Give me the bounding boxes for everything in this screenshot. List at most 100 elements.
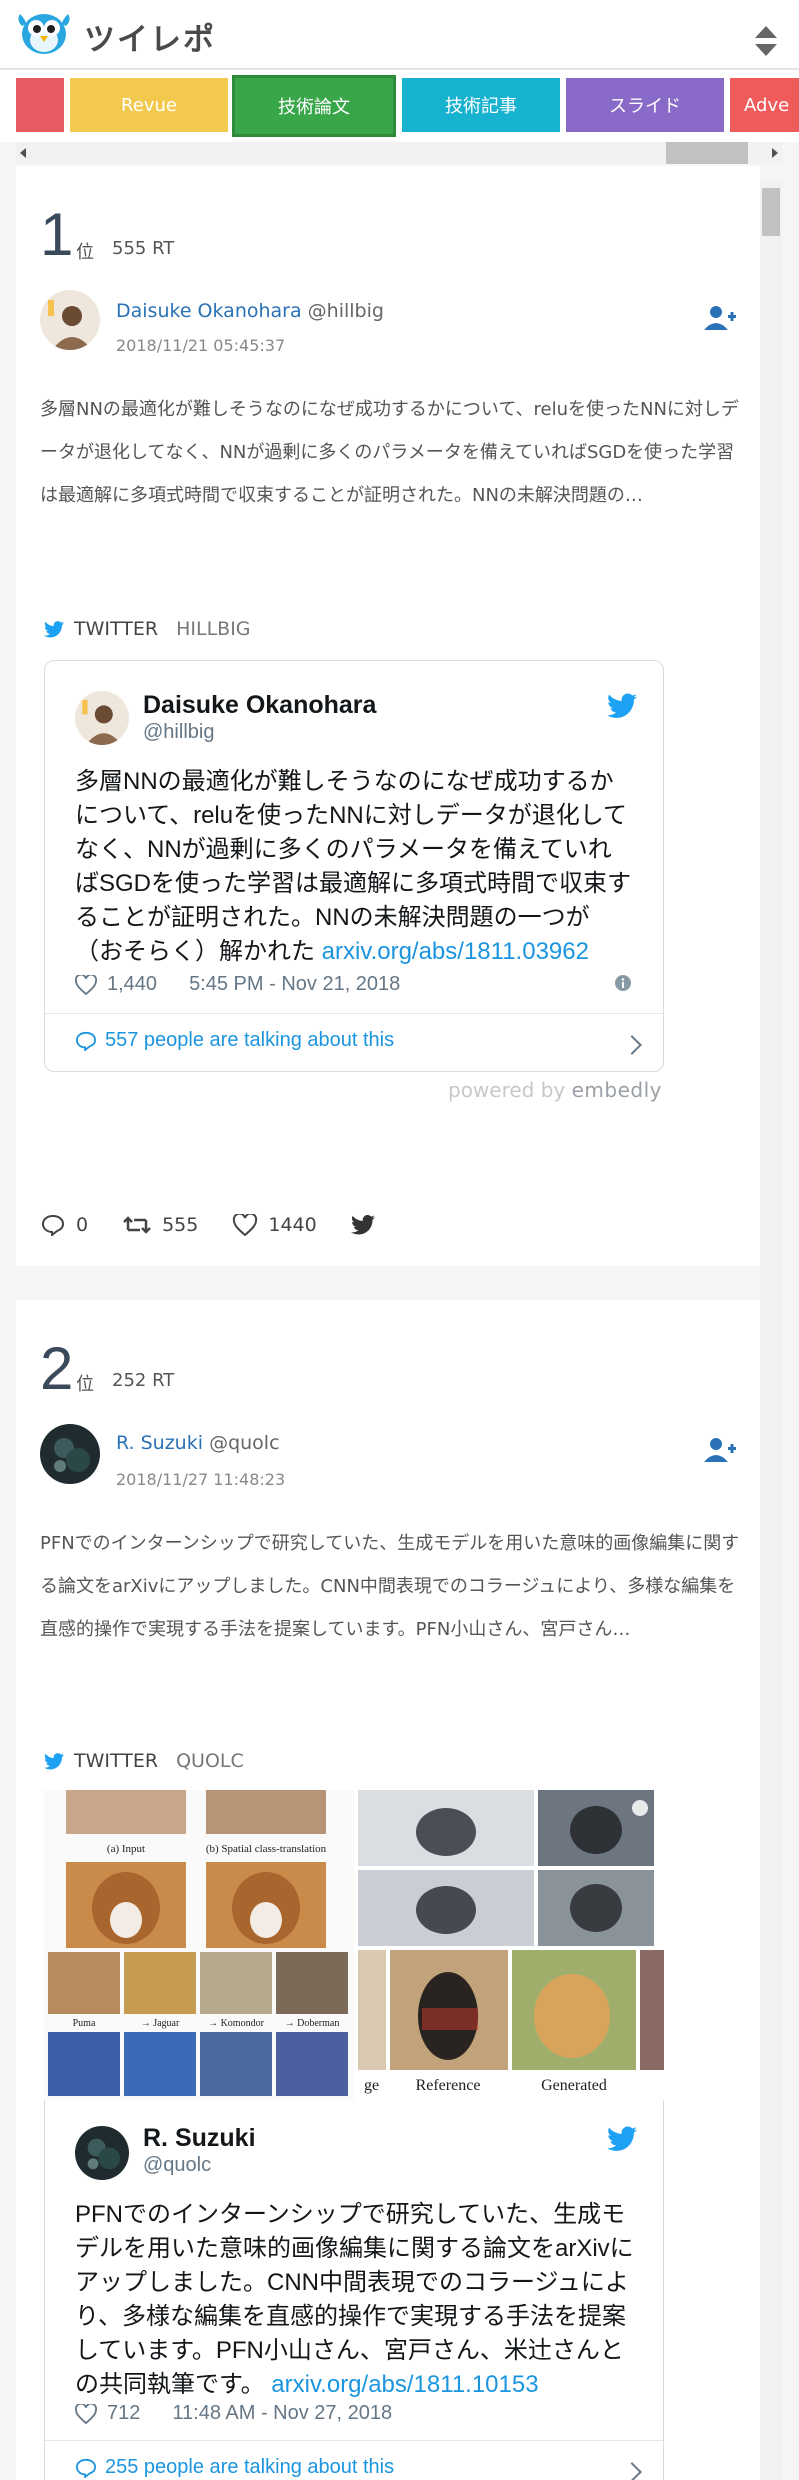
app-title[interactable]: ツイレポ	[84, 14, 216, 59]
media-caption: (b) Spatial class-translation	[206, 1843, 327, 1855]
powered-by[interactable]: powered by embedly	[448, 1078, 662, 1102]
heart-icon[interactable]	[232, 1214, 258, 1236]
tweet-avatar[interactable]	[75, 691, 129, 745]
author-name-line[interactable]: Daisuke Okanohara @hillbig	[116, 300, 384, 322]
tab-articles[interactable]: 技術記事	[402, 78, 560, 132]
talking-link[interactable]: 557 people are talking about this	[75, 1029, 394, 1052]
scroll-right-icon[interactable]	[772, 148, 778, 158]
tweet-body: 多層NNの最適化が難しそうなのになぜ成功するかについて、reluを使ったNNに対…	[75, 768, 632, 965]
tab-slides[interactable]: スライド	[566, 78, 724, 132]
embedded-tweet-card[interactable]: Daisuke Okanohara @hillbig 多層NNの最適化が難しそう…	[44, 660, 664, 1072]
category-tabs: Revue 技術論文 技術記事 スライド Adve	[0, 70, 799, 142]
ranking-entry-1: 1 位 555 RT Daisuke Okanohara @hillbig 20…	[16, 166, 760, 1266]
tweet-excerpt[interactable]: PFNでのインターンシップで研究していた、生成モデルを用いた意味的画像編集に関す…	[40, 1522, 740, 1651]
avatar[interactable]	[40, 1424, 100, 1484]
embedly-logo: embedly	[571, 1078, 662, 1102]
speech-bubble-icon	[75, 1031, 97, 1051]
rank-unit: 位	[76, 242, 94, 263]
speech-bubble-icon	[75, 2458, 97, 2478]
media-caption: Puma	[73, 2018, 96, 2029]
rank-unit: 位	[76, 1374, 94, 1395]
tweet-author-handle[interactable]: @hillbig	[143, 721, 214, 744]
author-name[interactable]: R. Suzuki	[116, 1432, 203, 1454]
author-handle[interactable]: @hillbig	[308, 300, 384, 322]
media-caption: → Doberman	[285, 2018, 340, 2029]
retweet-icon[interactable]	[122, 1214, 152, 1236]
tweet-media-image[interactable]: (a) Input (b) Spatial class-translation …	[44, 1790, 664, 2100]
tabs-horizontal-scrollbar[interactable]	[16, 142, 782, 164]
tab-label: スライド	[609, 96, 681, 117]
tab-revue[interactable]: Revue	[70, 78, 228, 132]
like-action[interactable]: 1440	[232, 1214, 317, 1236]
twitter-bird-icon	[44, 620, 64, 637]
heart-icon[interactable]	[75, 2403, 97, 2424]
media-caption: Generated	[541, 2077, 607, 2094]
media-caption: → Jaguar	[141, 2018, 180, 2029]
like-count: 1440	[268, 1214, 317, 1236]
tab-label: 技術論文	[278, 97, 350, 118]
page-vertical-scrollbar[interactable]	[760, 180, 782, 2480]
tab-label: 技術記事	[445, 96, 517, 117]
tab-papers[interactable]: 技術論文	[232, 75, 396, 137]
tweet-media[interactable]: (a) Input (b) Spatial class-translation …	[44, 1790, 664, 2100]
embed-source-label: TWITTER	[74, 618, 159, 640]
tweet-link[interactable]: arxiv.org/abs/1811.10153	[271, 2371, 538, 2398]
top-bar: ツイレポ	[0, 0, 799, 70]
heart-icon[interactable]	[75, 974, 97, 995]
author-handle[interactable]: @quolc	[209, 1432, 279, 1454]
embed-source-handle: QUOLC	[176, 1750, 244, 1772]
embed-source-header: TWITTER QUOLC	[44, 1750, 244, 1772]
embed-source-handle: HILLBIG	[176, 618, 251, 640]
chevron-right-icon[interactable]	[622, 2462, 642, 2480]
twitter-bird-icon[interactable]	[607, 693, 637, 719]
talking-label[interactable]: 255 people are talking about this	[105, 2456, 394, 2479]
talking-label[interactable]: 557 people are talking about this	[105, 1029, 394, 1052]
follow-user-icon[interactable]	[704, 1436, 736, 1462]
divider	[45, 1013, 663, 1014]
media-caption: (a) Input	[107, 1843, 145, 1855]
tab-label: Revue	[121, 94, 177, 116]
reply-count: 0	[76, 1214, 89, 1236]
twitter-bird-icon[interactable]	[607, 2126, 637, 2152]
twitter-bird-icon	[44, 1752, 64, 1769]
tweet-author-handle[interactable]: @quolc	[143, 2154, 211, 2177]
tweet-text: 多層NNの最適化が難しそうなのになぜ成功するかについて、reluを使ったNNに対…	[75, 765, 635, 969]
retweet-action[interactable]: 555	[122, 1214, 198, 1236]
post-date: 2018/11/21 05:45:37	[116, 336, 286, 355]
sort-toggle-icon[interactable]	[753, 24, 779, 58]
embedded-tweet-card[interactable]: R. Suzuki @quolc PFNでのインターンシップで研究していた、生成…	[44, 2100, 664, 2480]
tweet-author-name[interactable]: Daisuke Okanohara	[143, 691, 376, 720]
entry-actions: 0 555 1440	[40, 1214, 375, 1236]
tweet-excerpt[interactable]: 多層NNの最適化が難しそうなのになぜ成功するかについて、reluを使ったNNに対…	[40, 388, 740, 517]
scrollbar-thumb[interactable]	[666, 142, 748, 164]
author-name[interactable]: Daisuke Okanohara	[116, 300, 302, 322]
scrollbar-thumb[interactable]	[762, 188, 780, 236]
tweet-timestamp[interactable]: 5:45 PM - Nov 21, 2018	[189, 973, 400, 996]
tab-category-0[interactable]	[16, 78, 64, 132]
tweet-meta: 1,440 5:45 PM - Nov 21, 2018	[75, 973, 400, 996]
rank-number: 2	[40, 1335, 74, 1402]
author-name-line[interactable]: R. Suzuki @quolc	[116, 1432, 280, 1454]
retweet-count: 555	[162, 1214, 199, 1236]
tweet-avatar[interactable]	[75, 2126, 129, 2180]
divider	[45, 2440, 663, 2441]
tab-advent[interactable]: Adve	[730, 78, 799, 132]
info-icon[interactable]	[615, 975, 631, 991]
twitter-share-icon[interactable]	[350, 1215, 375, 1235]
talking-link[interactable]: 255 people are talking about this	[75, 2456, 394, 2479]
tweet-body: PFNでのインターンシップで研究していた、生成モデルを用いた意味的画像編集に関す…	[75, 2201, 634, 2398]
tweet-text: PFNでのインターンシップで研究していた、生成モデルを用いた意味的画像編集に関す…	[75, 2198, 635, 2402]
tab-label: Adve	[744, 94, 790, 116]
logo-bird-icon[interactable]	[16, 6, 72, 58]
avatar[interactable]	[40, 290, 100, 350]
chevron-right-icon[interactable]	[622, 1035, 642, 1055]
scroll-left-icon[interactable]	[20, 148, 26, 158]
reply-icon[interactable]	[40, 1214, 66, 1236]
reply-action[interactable]: 0	[40, 1214, 88, 1236]
embed-source-label: TWITTER	[74, 1750, 159, 1772]
retweet-count-label: 252 RT	[112, 1370, 175, 1391]
follow-user-icon[interactable]	[704, 304, 736, 330]
tweet-link[interactable]: arxiv.org/abs/1811.03962	[322, 938, 589, 965]
tweet-timestamp[interactable]: 11:48 AM - Nov 27, 2018	[172, 2402, 392, 2425]
tweet-author-name[interactable]: R. Suzuki	[143, 2124, 256, 2153]
